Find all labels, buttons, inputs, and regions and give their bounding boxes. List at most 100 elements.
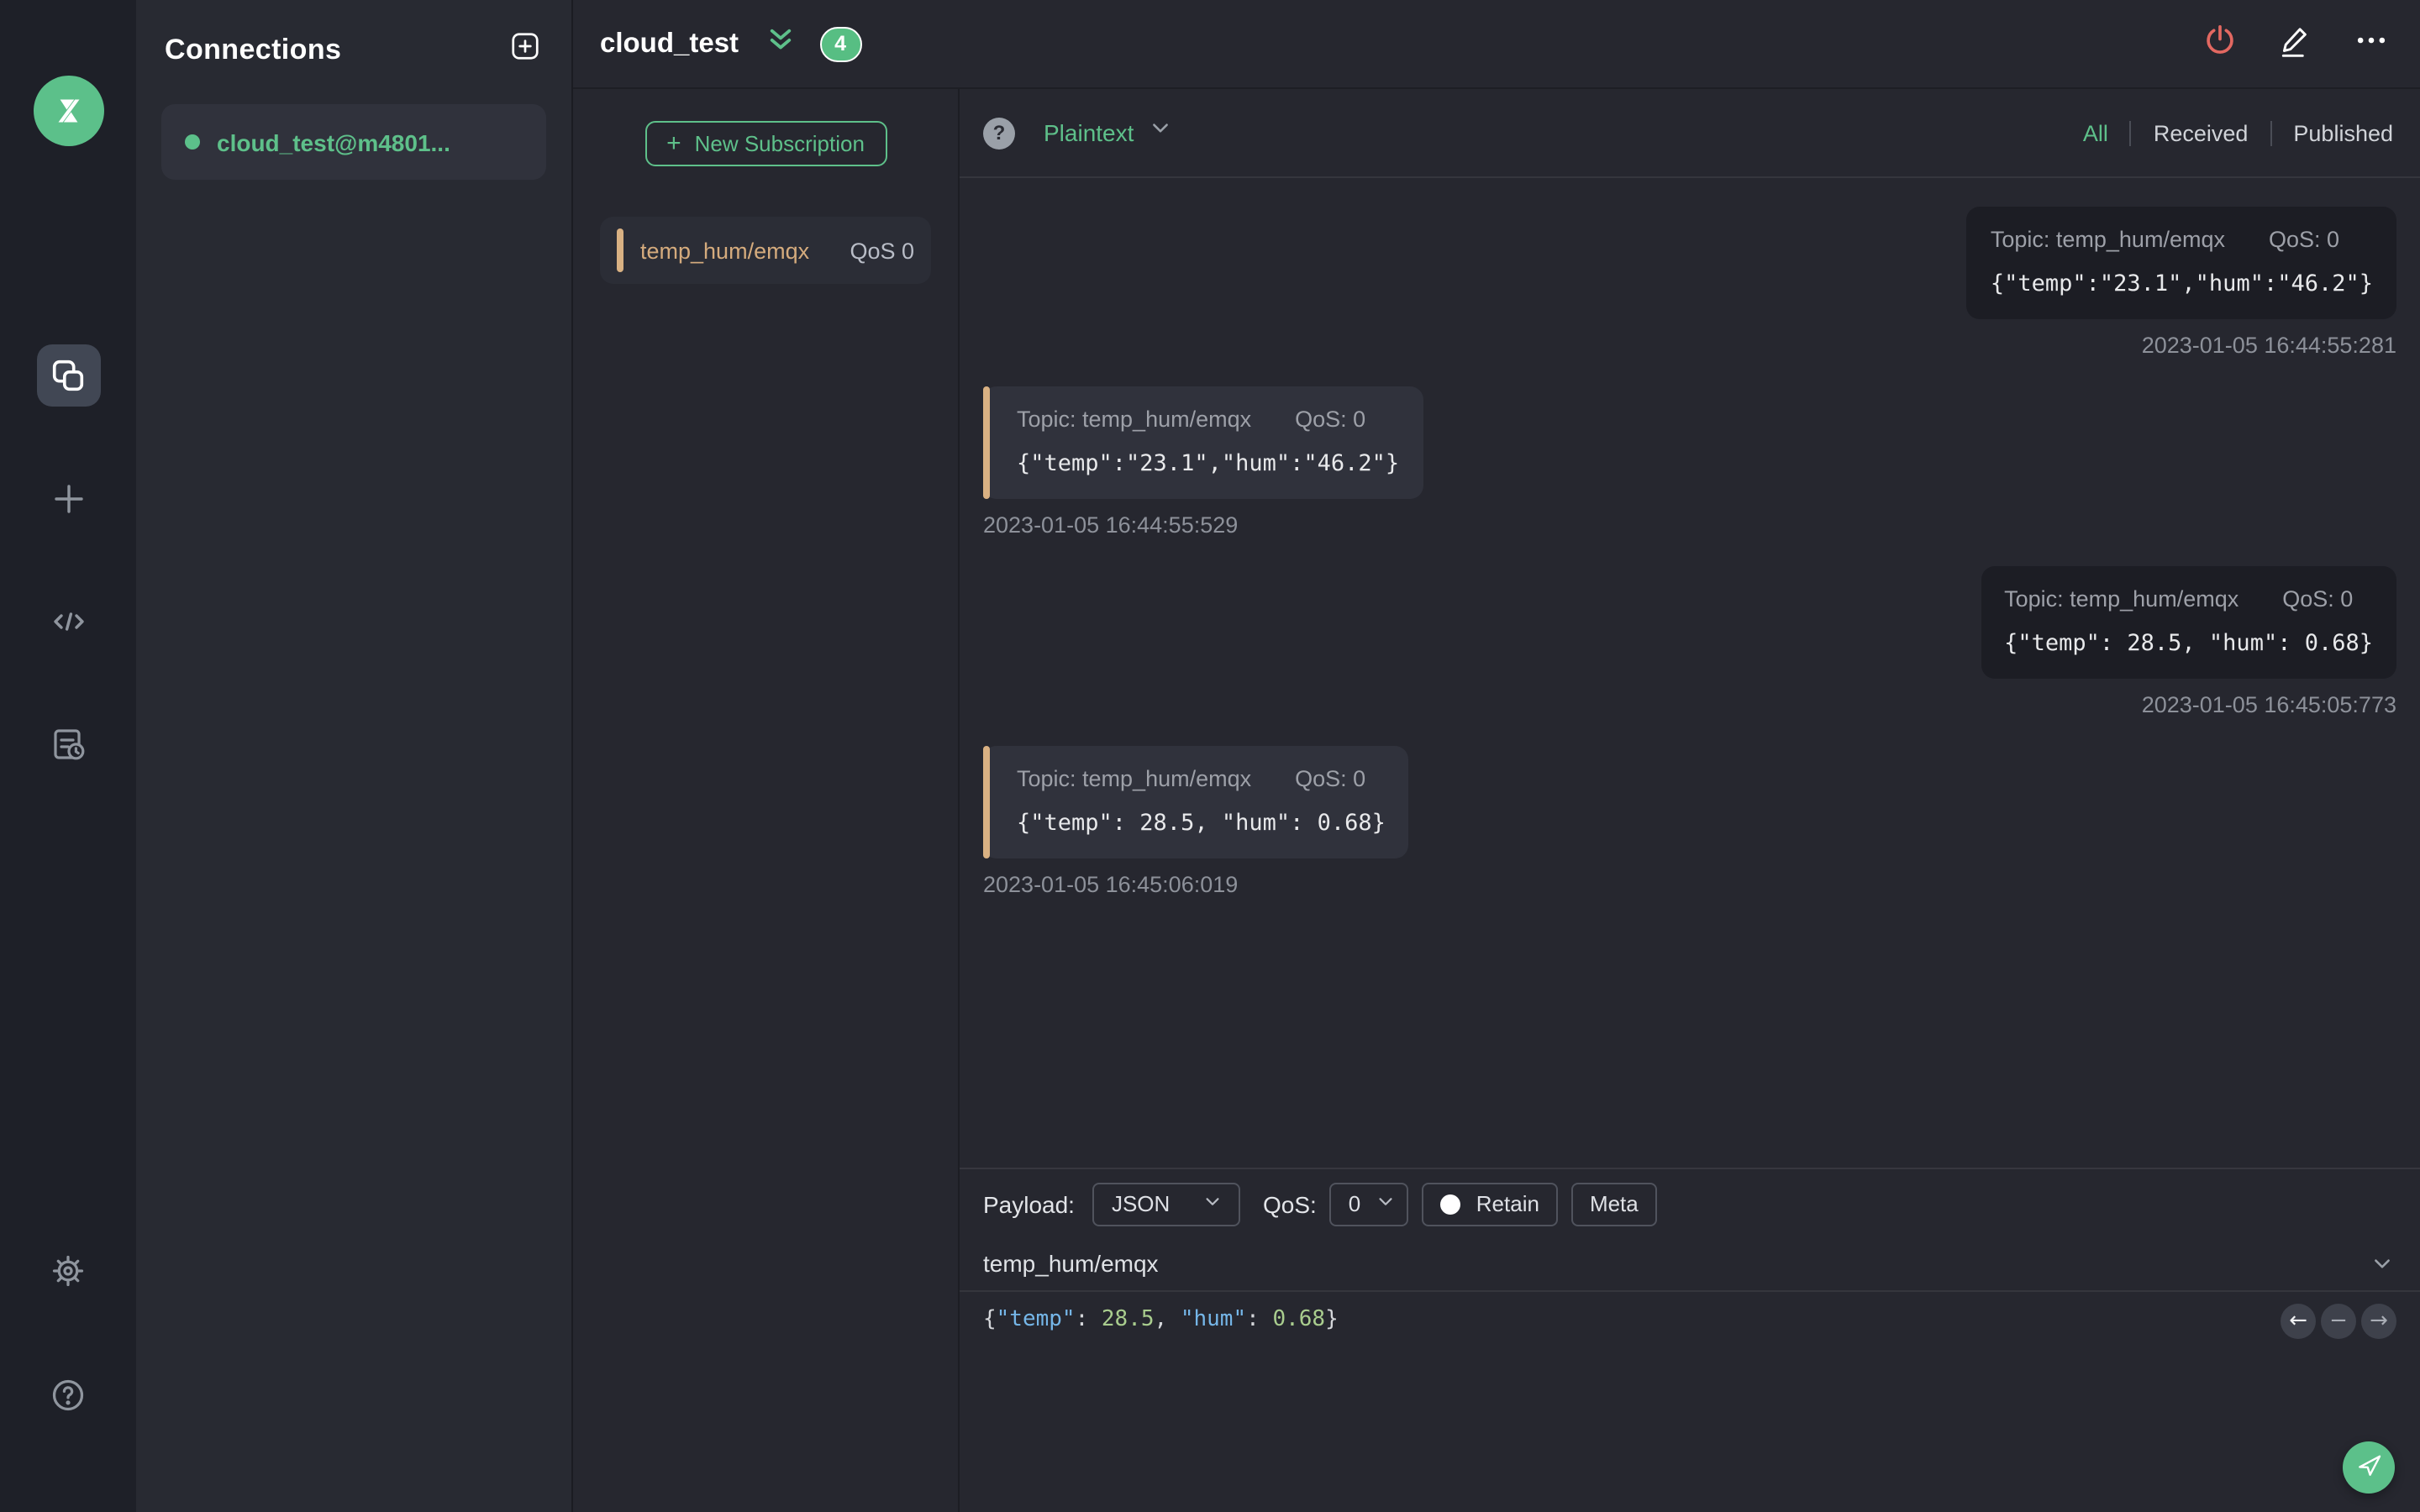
message-meta: Topic: temp_hum/emqx QoS: 0: [1991, 227, 2373, 252]
nav-log-button[interactable]: [36, 712, 100, 774]
icon-rail: [0, 0, 136, 1512]
filter-published[interactable]: Published: [2293, 120, 2393, 145]
log-icon: [48, 723, 88, 764]
message-card[interactable]: Topic: temp_hum/emqx QoS: 0 {"temp": 28.…: [1981, 566, 2396, 679]
main-area: cloud_test 4 + New Subscription temp_hum…: [573, 0, 2420, 1512]
double-chevron-down-icon: [764, 24, 796, 64]
chevron-down-icon[interactable]: [2371, 1252, 2393, 1274]
gear-icon: [49, 1252, 87, 1290]
message-payload: {"temp":"23.1","hum":"46.2"}: [1017, 450, 1400, 477]
message-qos: QoS: 0: [1295, 407, 1366, 432]
filter-divider: [2129, 120, 2132, 145]
arrow-left-icon: ←: [2289, 1309, 2307, 1334]
message-qos: QoS: 0: [1295, 766, 1366, 791]
chevron-down-icon: [1204, 1191, 1223, 1216]
message-format-value: Plaintext: [1044, 119, 1134, 146]
received-color-bar: [983, 386, 990, 499]
content: + New Subscription temp_hum/emqx QoS 0 ?…: [573, 89, 2420, 1512]
filter-received[interactable]: Received: [2154, 120, 2249, 145]
new-subscription-label: New Subscription: [694, 131, 865, 156]
disconnect-button[interactable]: [2202, 21, 2238, 66]
rail-bottom: [36, 1240, 100, 1512]
qos-label: QoS:: [1262, 1190, 1317, 1217]
message-qos: QoS: 0: [2282, 586, 2354, 612]
message-topic: Topic: temp_hum/emqx: [2004, 586, 2239, 612]
code-icon: [48, 601, 88, 641]
message-timestamp: 2023-01-05 16:45:06:019: [983, 872, 1239, 897]
message-received: Topic: temp_hum/emqx QoS: 0 {"temp": 28.…: [983, 746, 1409, 897]
message-timestamp: 2023-01-05 16:45:05:773: [2141, 692, 2396, 717]
new-subscription-button[interactable]: + New Subscription: [644, 121, 886, 166]
message-payload: {"temp": 28.5, "hum": 0.68}: [2004, 630, 2373, 657]
connections-icon: [49, 356, 87, 395]
retain-dot-icon: [1440, 1194, 1461, 1214]
subscription-topic: temp_hum/emqx: [640, 238, 810, 263]
nav-script-button[interactable]: [36, 590, 100, 652]
retain-toggle[interactable]: Retain: [1422, 1182, 1558, 1226]
settings-button[interactable]: [36, 1240, 100, 1302]
connection-name: cloud_test@m4801...: [217, 129, 450, 155]
connection-list-item[interactable]: cloud_test@m4801...: [161, 104, 546, 180]
connections-header: Connections: [136, 0, 571, 97]
topic-row: temp_hum/emqx: [960, 1238, 2420, 1292]
history-buttons: ← − →: [2281, 1304, 2396, 1339]
history-prev-button[interactable]: ←: [2281, 1304, 2316, 1339]
topic-input[interactable]: temp_hum/emqx: [983, 1250, 1159, 1277]
payload-code: {"temp": 28.5, "hum": 0.68}: [983, 1307, 1339, 1332]
pencil-icon: [2277, 21, 2314, 66]
message-card[interactable]: Topic: temp_hum/emqx QoS: 0 {"temp":"23.…: [983, 386, 1423, 499]
subscription-qos: QoS 0: [850, 238, 914, 263]
message-card[interactable]: Topic: temp_hum/emqx QoS: 0 {"temp":"23.…: [1966, 207, 2396, 319]
message-list[interactable]: Topic: temp_hum/emqx QoS: 0 {"temp":"23.…: [960, 178, 2420, 1168]
payload-help-icon[interactable]: ?: [983, 117, 1015, 149]
nav-new-connection-button[interactable]: [36, 467, 100, 529]
qos-dropdown[interactable]: 0: [1329, 1182, 1409, 1226]
message-format-select[interactable]: Plaintext: [1044, 118, 1171, 148]
topbar: cloud_test 4: [573, 0, 2420, 89]
message-meta: Topic: temp_hum/emqx QoS: 0: [1017, 407, 1399, 432]
connection-title: cloud_test: [600, 28, 739, 58]
plus-icon: +: [666, 129, 681, 158]
message-payload: {"temp": 28.5, "hum": 0.68}: [1017, 810, 1386, 837]
meta-label: Meta: [1589, 1191, 1639, 1216]
message-count-badge: 4: [819, 26, 862, 61]
ellipsis-icon: [2353, 21, 2390, 66]
message-topic: Topic: temp_hum/emqx: [1017, 407, 1252, 432]
payload-format-dropdown[interactable]: JSON: [1092, 1182, 1241, 1226]
message-qos: QoS: 0: [2268, 227, 2340, 252]
payload-format-value: JSON: [1111, 1191, 1171, 1216]
edit-connection-button[interactable]: [2277, 21, 2314, 66]
new-connection-button[interactable]: [509, 30, 541, 71]
more-options-button[interactable]: [2353, 21, 2390, 66]
subscription-color-bar: [617, 228, 623, 272]
message-meta: Topic: temp_hum/emqx QoS: 0: [2004, 586, 2373, 612]
message-published: Topic: temp_hum/emqx QoS: 0 {"temp": 28.…: [1981, 566, 2396, 717]
message-received: Topic: temp_hum/emqx QoS: 0 {"temp":"23.…: [983, 386, 1423, 538]
received-color-bar: [983, 746, 990, 858]
send-button[interactable]: [2343, 1441, 2395, 1494]
chevron-down-icon: [1376, 1191, 1394, 1216]
message-topic: Topic: temp_hum/emqx: [1017, 766, 1252, 791]
subscription-item[interactable]: temp_hum/emqx QoS 0: [600, 217, 931, 284]
collapse-panel-button[interactable]: [764, 24, 796, 64]
publish-panel: Payload: JSON QoS: 0 Retain Meta temp_hu…: [960, 1168, 2420, 1512]
qos-value: 0: [1348, 1191, 1361, 1216]
payload-editor[interactable]: {"temp": 28.5, "hum": 0.68} ← − →: [960, 1292, 2420, 1512]
message-topic: Topic: temp_hum/emqx: [1990, 227, 2225, 252]
arrow-right-icon: →: [2370, 1309, 2388, 1334]
payload-label: Payload:: [983, 1190, 1075, 1217]
history-next-button[interactable]: →: [2361, 1304, 2396, 1339]
send-icon: [2354, 1450, 2384, 1485]
meta-button[interactable]: Meta: [1570, 1182, 1657, 1226]
filter-all[interactable]: All: [2083, 120, 2108, 145]
message-published: Topic: temp_hum/emqx QoS: 0 {"temp":"23.…: [1966, 207, 2396, 358]
nav-connections-button[interactable]: [36, 344, 100, 407]
message-card[interactable]: Topic: temp_hum/emqx QoS: 0 {"temp": 28.…: [983, 746, 1409, 858]
message-payload: {"temp":"23.1","hum":"46.2"}: [1990, 270, 2373, 297]
publish-toolbar: Payload: JSON QoS: 0 Retain Meta: [960, 1169, 2420, 1238]
message-meta: Topic: temp_hum/emqx QoS: 0: [1017, 766, 1386, 791]
history-delete-button[interactable]: −: [2321, 1304, 2356, 1339]
chevron-down-icon: [1149, 118, 1171, 148]
help-button[interactable]: [36, 1364, 100, 1426]
retain-label: Retain: [1476, 1191, 1539, 1216]
